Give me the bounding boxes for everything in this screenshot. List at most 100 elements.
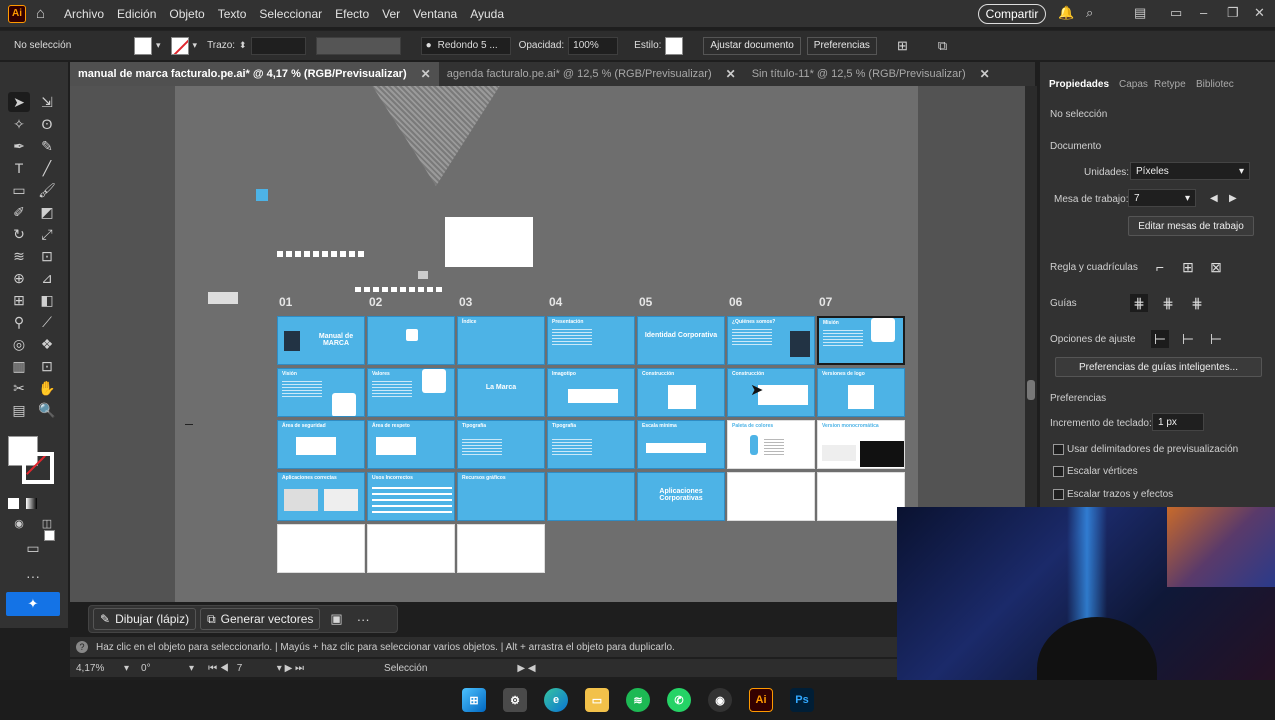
- slide-artboard[interactable]: ¿Quiénes somos?: [727, 316, 815, 365]
- magic-wand-icon[interactable]: ✧: [8, 114, 30, 134]
- rectangle-tool-icon[interactable]: ▭: [8, 180, 30, 200]
- stepper-icon[interactable]: ⬍: [239, 40, 247, 51]
- scroll-arrows-icon[interactable]: ▶ ◀: [517, 663, 535, 674]
- menu-edicion[interactable]: Edición: [117, 7, 156, 21]
- lock-guides-icon[interactable]: ⋕: [1159, 294, 1177, 312]
- next-artboard-icon[interactable]: ▾ ▶ ⏭: [277, 663, 304, 674]
- tab-properties[interactable]: Propiedades: [1049, 79, 1109, 90]
- draw-pencil-button[interactable]: ✎ Dibujar (lápiz): [93, 608, 197, 630]
- close-icon[interactable]: ✕: [980, 67, 990, 81]
- perspective-grid-icon[interactable]: ⊿: [36, 268, 58, 288]
- menu-ver[interactable]: Ver: [382, 7, 400, 21]
- measure-icon[interactable]: ⟋: [36, 312, 58, 332]
- photoshop-icon[interactable]: Ps: [790, 688, 814, 712]
- paintbrush-icon[interactable]: 🖌: [36, 180, 58, 200]
- logo-small-shape[interactable]: [418, 271, 428, 279]
- tab-layers[interactable]: Capas: [1119, 79, 1148, 90]
- selection-tool-icon[interactable]: ➤: [8, 92, 30, 112]
- snap-glyph-icon[interactable]: ⊢: [1207, 330, 1225, 348]
- line-tool-icon[interactable]: ╱: [36, 158, 58, 178]
- slide-artboard[interactable]: [367, 316, 455, 365]
- curvature-tool-icon[interactable]: ✎: [36, 136, 58, 156]
- home-icon[interactable]: ⌂: [36, 5, 52, 22]
- direct-selection-tool-icon[interactable]: ⇲: [36, 92, 58, 112]
- scale-strokes-checkbox[interactable]: [1053, 489, 1064, 500]
- symbol-sprayer-icon[interactable]: ❖: [36, 334, 58, 354]
- more-tools-icon[interactable]: ···: [22, 566, 44, 586]
- graph-tool-icon[interactable]: ▥: [8, 356, 30, 376]
- align-icon[interactable]: ⊞: [897, 38, 908, 54]
- rulers-icon[interactable]: ⌐: [1151, 258, 1169, 276]
- slide-artboard[interactable]: Presentación: [547, 316, 635, 365]
- slide-artboard[interactable]: Imagotipo: [547, 368, 635, 417]
- minimize-icon[interactable]: –: [1200, 5, 1207, 20]
- menu-objeto[interactable]: Objeto: [169, 7, 204, 21]
- zoom-level[interactable]: 4,17%: [76, 663, 116, 674]
- artboard-tool-icon[interactable]: ⊡: [36, 356, 58, 376]
- scale-corners-checkbox[interactable]: [1053, 466, 1064, 477]
- stray-line[interactable]: [185, 424, 193, 425]
- artboard-select[interactable]: 7 ▾: [1128, 189, 1196, 207]
- stroke-width-field[interactable]: [250, 36, 306, 55]
- variable-width-field[interactable]: [315, 36, 401, 55]
- slide-artboard[interactable]: [367, 524, 455, 573]
- pen-tool-icon[interactable]: ✒: [8, 136, 30, 156]
- slide-artboard[interactable]: Área de seguridad: [277, 420, 365, 469]
- generative-icon[interactable]: ✦: [6, 592, 60, 616]
- close-icon[interactable]: ✕: [421, 67, 431, 81]
- menu-efecto[interactable]: Efecto: [335, 7, 369, 21]
- scale-tool-icon[interactable]: ⤢: [36, 224, 58, 244]
- slide-artboard[interactable]: Versiones de logo: [817, 368, 905, 417]
- menu-texto[interactable]: Texto: [218, 7, 247, 21]
- transform-icon[interactable]: ⧉: [938, 38, 947, 54]
- menu-archivo[interactable]: Archivo: [64, 7, 104, 21]
- slide-artboard[interactable]: Paleta de colores: [727, 420, 815, 469]
- draw-mode-icon[interactable]: ◉: [8, 514, 30, 534]
- slide-artboard[interactable]: Visión: [277, 368, 365, 417]
- type-tool-icon[interactable]: T: [8, 158, 30, 178]
- smart-guides-preferences-button[interactable]: Preferencias de guías inteligentes...: [1055, 357, 1262, 377]
- prev-artboard-icon[interactable]: ◀: [1210, 193, 1218, 204]
- gradient-tool-icon[interactable]: ◧: [36, 290, 58, 310]
- edge-icon[interactable]: e: [544, 688, 568, 712]
- menu-seleccionar[interactable]: Seleccionar: [259, 7, 322, 21]
- slide-artboard[interactable]: Construcción: [637, 368, 725, 417]
- warp-tool-icon[interactable]: ≋: [8, 246, 30, 266]
- scrollbar-thumb[interactable]: [1027, 380, 1035, 400]
- triangle-row-shape[interactable]: [355, 287, 443, 292]
- shape-builder-icon[interactable]: ⊕: [8, 268, 30, 288]
- rotation-value[interactable]: 0°: [141, 663, 181, 674]
- change-screen-icon[interactable]: ▭: [22, 538, 44, 558]
- whatsapp-icon[interactable]: ✆: [667, 688, 691, 712]
- artboard-number[interactable]: 7: [237, 663, 267, 674]
- keyboard-increment-field[interactable]: 1 px: [1152, 413, 1204, 431]
- slice-tool-icon[interactable]: ✂: [8, 378, 30, 398]
- logo-small-shape[interactable]: [208, 292, 238, 304]
- close-icon[interactable]: ✕: [726, 67, 736, 81]
- snap-pixel-icon[interactable]: ⊢: [1179, 330, 1197, 348]
- image-icon[interactable]: ▣: [330, 611, 342, 627]
- slide-artboard[interactable]: Aplicaciones correctas: [277, 472, 365, 521]
- slide-artboard[interactable]: Aplicaciones Corporativas: [637, 472, 725, 521]
- next-artboard-icon[interactable]: ▶: [1229, 193, 1237, 204]
- eraser-icon[interactable]: ◩: [36, 202, 58, 222]
- slide-artboard[interactable]: Recursos gráficos: [457, 472, 545, 521]
- fill-swatch[interactable]: [134, 36, 152, 55]
- slide-artboard[interactable]: [547, 472, 635, 521]
- slide-artboard[interactable]: Valores: [367, 368, 455, 417]
- edit-artboards-button[interactable]: Editar mesas de trabajo: [1128, 216, 1254, 236]
- obs-icon[interactable]: ◉: [708, 688, 732, 712]
- panel-layout-icon[interactable]: ▭: [1170, 5, 1182, 21]
- color-mode-icon[interactable]: [8, 498, 19, 509]
- share-button[interactable]: Compartir: [978, 4, 1046, 24]
- free-transform-icon[interactable]: ⊡: [36, 246, 58, 266]
- gradient-mode-icon[interactable]: [26, 498, 37, 509]
- grid-icon[interactable]: ⊞: [1179, 258, 1197, 276]
- slide-artboard[interactable]: Índice: [457, 316, 545, 365]
- tab-retype[interactable]: Retype: [1154, 79, 1186, 90]
- tab-manual-de-marca[interactable]: manual de marca facturalo.pe.ai* @ 4,17 …: [70, 62, 439, 86]
- slide-artboard[interactable]: La Marca: [457, 368, 545, 417]
- blend-tool-icon[interactable]: ◎: [8, 334, 30, 354]
- rotate-tool-icon[interactable]: ↻: [8, 224, 30, 244]
- slide-artboard[interactable]: Identidad Corporativa: [637, 316, 725, 365]
